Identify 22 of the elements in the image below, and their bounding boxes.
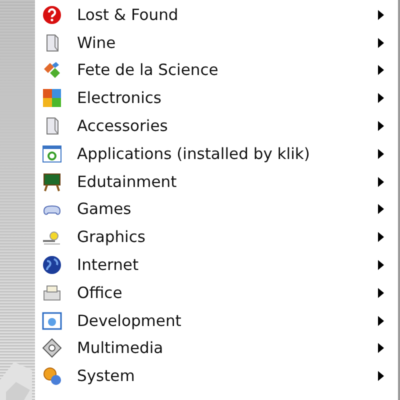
chalkboard-icon bbox=[42, 172, 62, 192]
menu-item[interactable]: Electronics bbox=[35, 84, 398, 112]
menu-item[interactable]: Fete de la Science bbox=[35, 56, 398, 84]
menu-item[interactable]: Edutainment bbox=[35, 168, 398, 196]
globe-icon bbox=[42, 255, 62, 276]
menu-item[interactable]: Games bbox=[35, 196, 398, 224]
menu-item[interactable]: Office bbox=[35, 278, 398, 307]
menu-item[interactable]: Applications (installed by klik) bbox=[35, 140, 398, 168]
menu-item[interactable]: Multimedia bbox=[35, 334, 398, 362]
printer-icon bbox=[42, 282, 62, 303]
menu-item[interactable]: Graphics bbox=[35, 223, 398, 252]
menu-item[interactable]: System bbox=[35, 362, 398, 390]
window-icon bbox=[42, 310, 62, 331]
grid-icon bbox=[42, 88, 62, 108]
question-icon bbox=[42, 4, 62, 25]
window-icon bbox=[42, 144, 62, 164]
menu-item[interactable]: Lost & Found bbox=[35, 1, 398, 29]
menu-item[interactable]: Internet bbox=[35, 251, 398, 279]
menu-item[interactable]: Accessories bbox=[35, 112, 398, 140]
menu-item[interactable]: Development bbox=[35, 306, 398, 335]
menu-item[interactable]: Wine bbox=[35, 28, 398, 57]
puzzle-icon bbox=[42, 60, 62, 80]
